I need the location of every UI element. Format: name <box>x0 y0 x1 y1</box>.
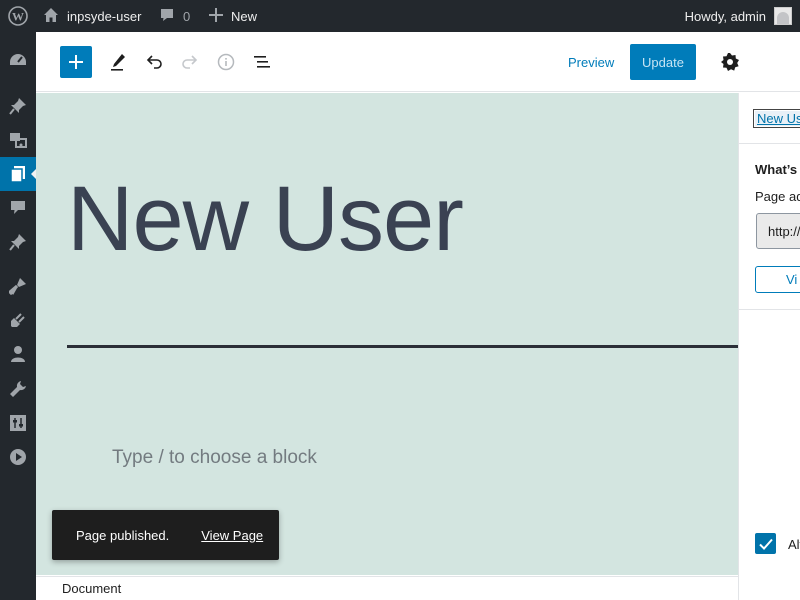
undo-button[interactable] <box>136 44 172 80</box>
block-placeholder[interactable]: Type / to choose a block <box>112 447 317 469</box>
tools-wrench-icon[interactable] <box>0 372 36 406</box>
add-block-button[interactable] <box>60 46 92 78</box>
tools-edit-button[interactable] <box>100 44 136 80</box>
play-icon[interactable] <box>0 440 36 474</box>
snackbar-message: Page published. <box>76 527 170 543</box>
home-icon <box>43 7 59 26</box>
pin-icon[interactable] <box>0 225 36 259</box>
post-title[interactable]: New User <box>67 167 464 272</box>
list-view-icon <box>254 56 270 68</box>
comments-icon[interactable] <box>0 190 36 224</box>
settings-button[interactable] <box>712 44 748 80</box>
howdy-text: Howdy, admin <box>684 8 766 24</box>
snackbar-notice: Page published. View Page <box>52 510 279 560</box>
media-icon[interactable] <box>0 123 36 157</box>
page-url-field[interactable]: http:// <box>756 213 800 249</box>
update-button[interactable]: Update <box>630 44 696 80</box>
checkmark-icon <box>758 538 773 550</box>
redo-button[interactable] <box>172 44 208 80</box>
always-checkbox-label: Alv <box>788 537 800 552</box>
redo-icon <box>182 55 198 69</box>
settings-sidebar: New Us What’s n Page ad http:// Vi Alv <box>738 93 800 600</box>
new-content-link[interactable]: New <box>209 0 257 32</box>
settings-sliders-icon[interactable] <box>0 406 36 440</box>
page-address-label: Page ad <box>755 189 800 204</box>
sidebar-title-link[interactable]: New Us <box>753 109 800 128</box>
comments-link[interactable]: 0 <box>159 0 190 32</box>
users-icon[interactable] <box>0 337 36 371</box>
posts-pin-icon[interactable] <box>0 89 36 123</box>
sidebar-divider <box>739 143 800 144</box>
comment-icon <box>159 7 175 26</box>
site-name-link[interactable]: inpsyde-user <box>43 0 141 32</box>
account-menu[interactable]: Howdy, admin <box>685 0 792 32</box>
plus-icon <box>69 55 83 69</box>
admin-menu <box>0 32 37 600</box>
breadcrumb-document[interactable]: Document <box>62 581 121 596</box>
undo-icon <box>146 55 162 69</box>
avatar <box>774 7 792 25</box>
sidebar-heading: What’s n <box>755 162 800 177</box>
dashboard-icon[interactable] <box>0 44 36 78</box>
plus-icon <box>209 7 223 25</box>
pages-icon[interactable] <box>0 157 37 191</box>
block-breadcrumb: Document <box>36 576 738 600</box>
info-icon <box>217 53 235 71</box>
editor-toolbar: Preview Update <box>36 32 800 92</box>
new-label: New <box>231 8 258 24</box>
wordpress-logo-icon[interactable]: W <box>6 0 30 32</box>
separator-block[interactable] <box>67 345 738 348</box>
editor-canvas: New User Type / to choose a block <box>36 93 738 575</box>
page-url-value: http:// <box>768 223 800 239</box>
sidebar-divider <box>739 309 800 310</box>
view-page-link[interactable]: View Page <box>201 528 263 543</box>
site-name: inpsyde-user <box>67 8 142 24</box>
preview-button[interactable]: Preview <box>560 46 622 78</box>
block-navigation-button[interactable] <box>244 44 280 80</box>
comments-count: 0 <box>183 8 191 24</box>
details-button[interactable] <box>208 44 244 80</box>
admin-bar: W inpsyde-user 0 New Howdy, admin <box>0 0 800 32</box>
plugins-icon[interactable] <box>0 303 36 337</box>
always-checkbox[interactable] <box>755 533 776 554</box>
appearance-icon[interactable] <box>0 269 36 303</box>
svg-text:W: W <box>12 10 24 24</box>
view-page-button[interactable]: Vi <box>755 266 800 293</box>
gear-icon <box>721 53 739 71</box>
pencil-icon <box>111 54 125 71</box>
